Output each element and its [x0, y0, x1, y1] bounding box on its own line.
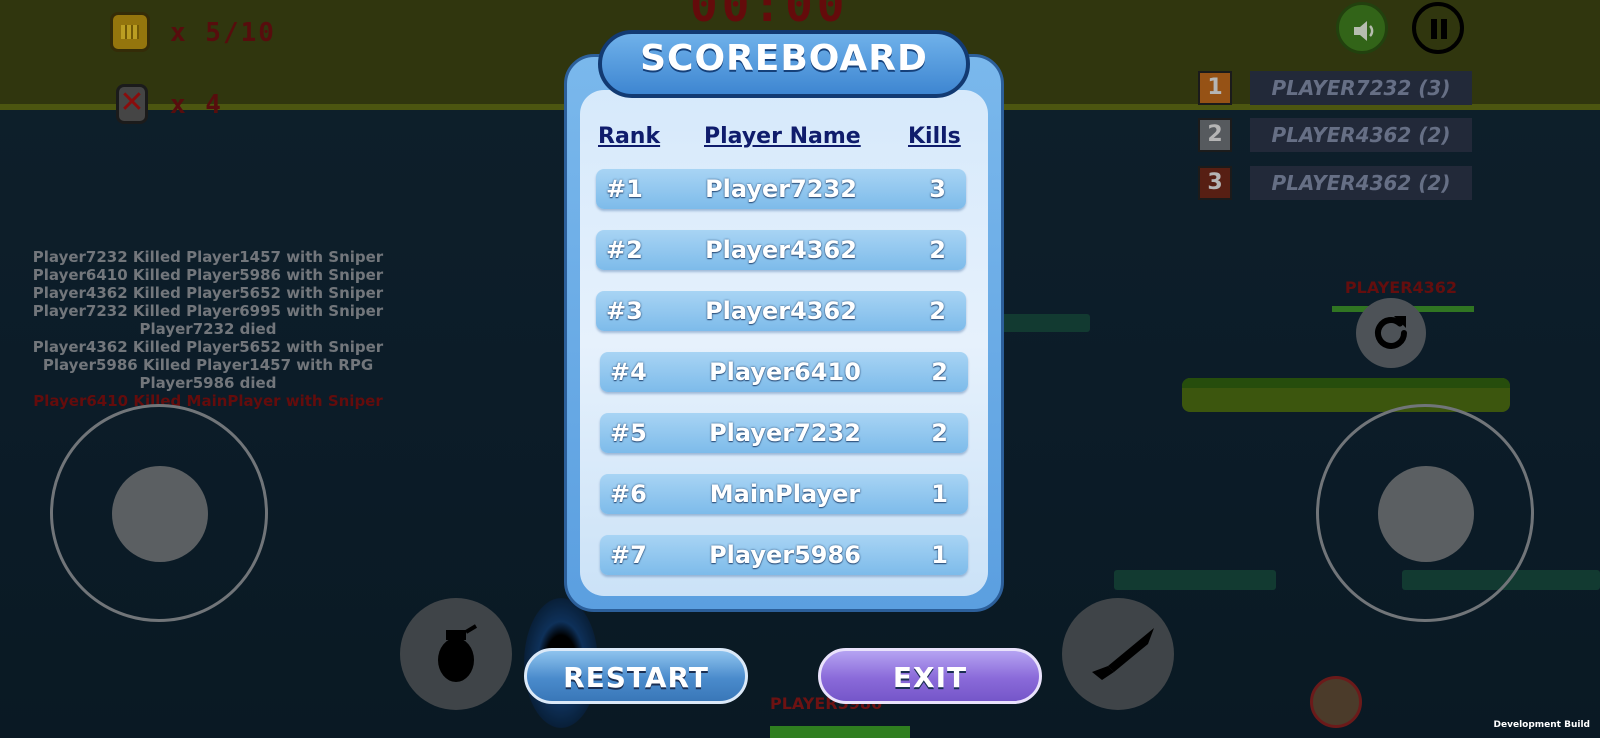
row-rank: #4 — [610, 358, 647, 386]
row-player-name: Player6410 — [709, 358, 861, 386]
player-health-bar — [770, 726, 910, 738]
score-row: #5 Player7232 2 — [600, 413, 968, 453]
header-rank: Rank — [598, 124, 661, 149]
row-player-name: Player7232 — [709, 419, 861, 447]
row-player-name: Player4362 — [705, 297, 857, 325]
score-row: #6 MainPlayer 1 — [600, 474, 968, 514]
row-rank: #7 — [610, 541, 647, 569]
header-player-name: Player Name — [704, 124, 861, 149]
row-kills: 3 — [929, 175, 946, 203]
row-rank: #5 — [610, 419, 647, 447]
row-kills: 1 — [931, 541, 948, 569]
development-build-label: Development Build — [1493, 720, 1590, 730]
row-kills: 2 — [929, 236, 946, 264]
row-kills: 2 — [929, 297, 946, 325]
score-row: #2 Player4362 2 — [596, 230, 966, 270]
score-row: #4 Player6410 2 — [600, 352, 968, 392]
scoreboard-title: SCOREBOARD — [640, 38, 928, 79]
score-row: #7 Player5986 1 — [600, 535, 968, 575]
exit-button[interactable]: EXIT — [818, 648, 1042, 704]
scoreboard-inner — [580, 90, 988, 596]
row-kills: 2 — [931, 358, 948, 386]
row-player-name: Player5986 — [709, 541, 861, 569]
row-rank: #3 — [606, 297, 643, 325]
restart-button[interactable]: RESTART — [524, 648, 748, 704]
score-row: #3 Player4362 2 — [596, 291, 966, 331]
row-kills: 2 — [931, 419, 948, 447]
row-player-name: Player7232 — [705, 175, 857, 203]
row-rank: #6 — [610, 480, 647, 508]
row-player-name: Player4362 — [705, 236, 857, 264]
weapon-slot-icon[interactable] — [1310, 676, 1362, 728]
row-rank: #1 — [606, 175, 643, 203]
header-kills: Kills — [908, 124, 961, 149]
row-rank: #2 — [606, 236, 643, 264]
row-kills: 1 — [931, 480, 948, 508]
row-player-name: MainPlayer — [709, 480, 861, 508]
score-row: #1 Player7232 3 — [596, 169, 966, 209]
